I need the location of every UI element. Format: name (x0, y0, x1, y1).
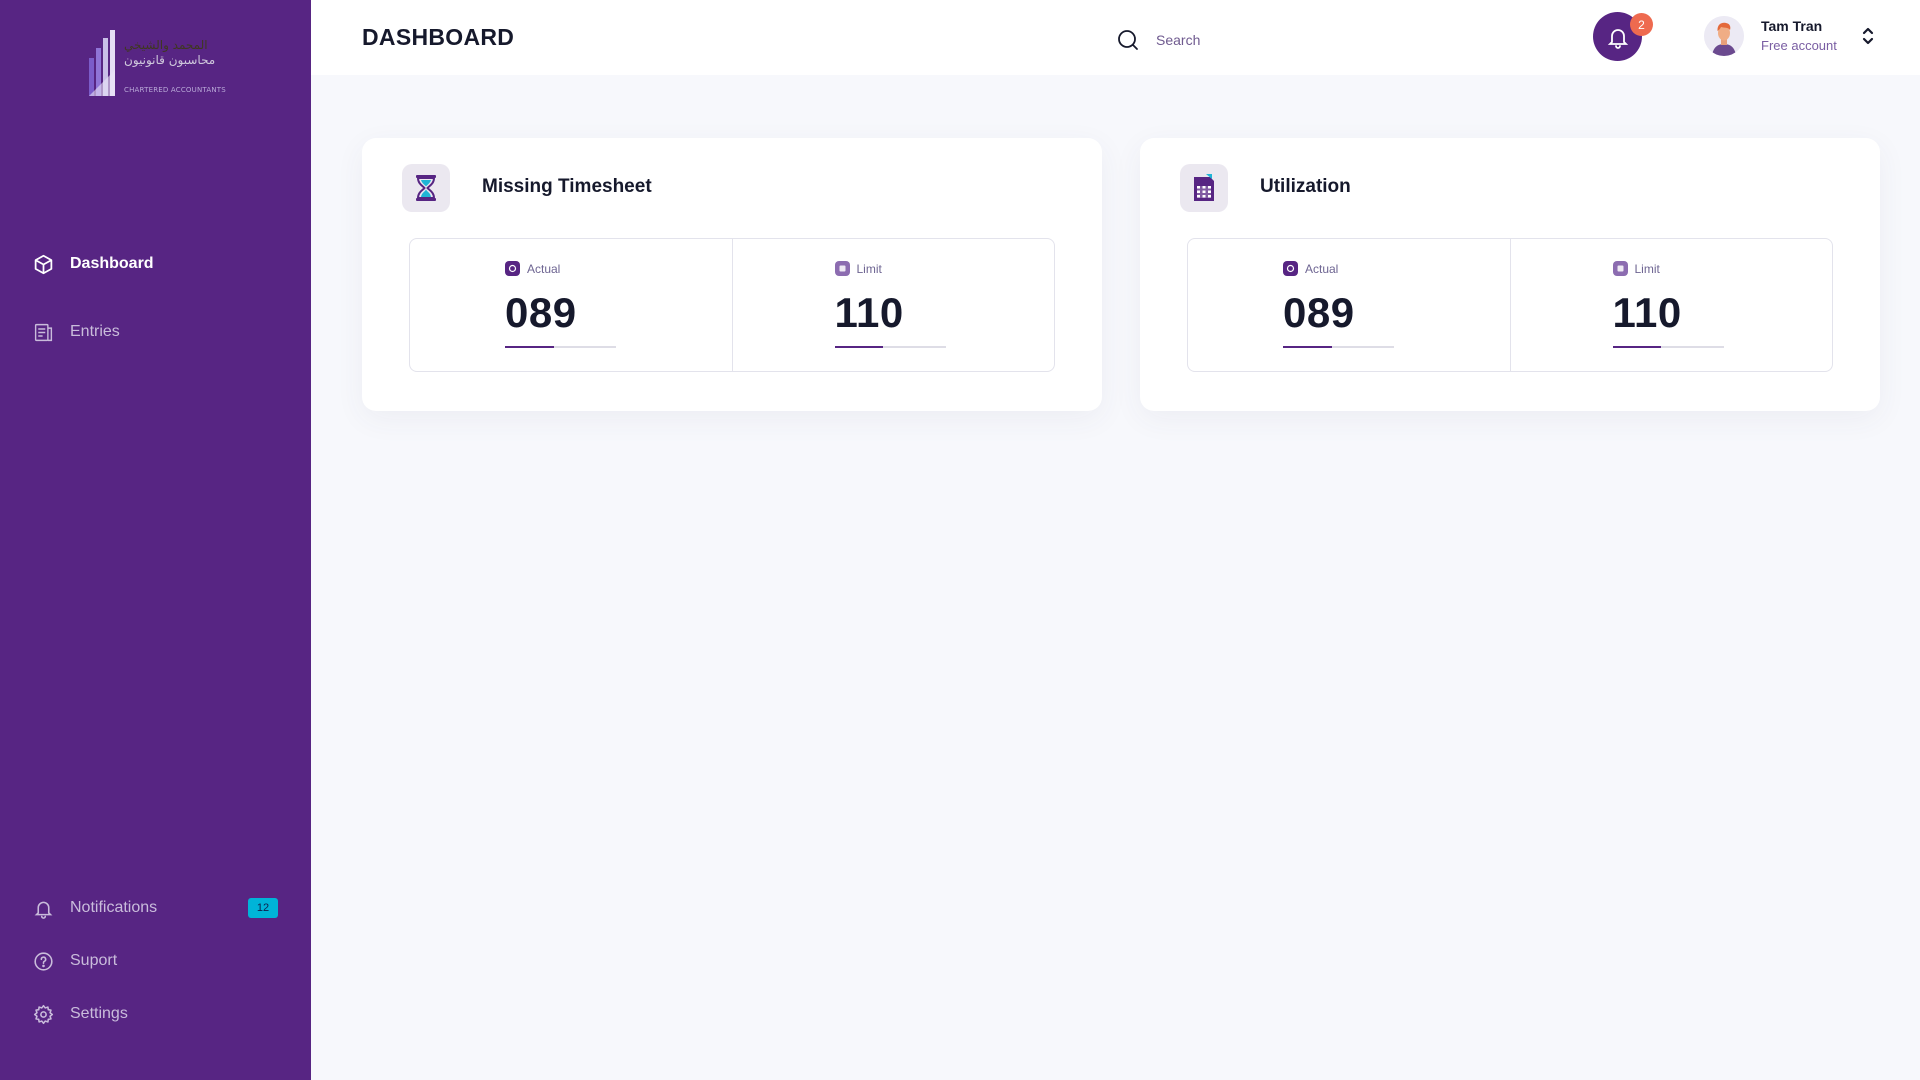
sidebar: المحمد والشيخي محاسبون قانونيون CHARTERE… (0, 0, 311, 1080)
utilization-card: Utilization Actual 089 Limit 110 (1140, 138, 1880, 411)
stat-progress-bar (505, 346, 616, 348)
hourglass-icon (416, 175, 436, 201)
user-name: Tam Tran (1761, 18, 1823, 34)
stat-value: 089 (1283, 289, 1355, 336)
bell-icon (1607, 28, 1628, 49)
search-bar[interactable] (1116, 28, 1356, 52)
cube-icon (33, 254, 54, 275)
document-icon (33, 322, 54, 343)
sidebar-item-label: Settings (70, 1005, 128, 1022)
page-title: DASHBOARD (362, 24, 515, 50)
logo-arabic-subtitle: محاسبون قانونيون (124, 53, 216, 67)
logo-arabic-name: المحمد والشيخي (124, 38, 208, 52)
stat-actual: Actual 089 (1188, 239, 1510, 371)
user-avatar-icon (1704, 16, 1744, 56)
stat-label: Limit (834, 261, 882, 276)
stat-label: Actual (1283, 261, 1338, 276)
logo-english-subtitle: CHARTERED ACCOUNTANTS (124, 86, 226, 94)
stat-value: 110 (834, 289, 904, 336)
stats-panel: Actual 089 Limit 110 (1187, 238, 1833, 372)
stat-value: 089 (505, 289, 577, 336)
card-title: Missing Timesheet (482, 176, 652, 197)
sidebar-item-settings[interactable]: Settings (33, 1000, 128, 1028)
user-plan: Free account (1761, 38, 1837, 53)
company-logo[interactable]: المحمد والشيخي محاسبون قانونيون CHARTERE… (88, 30, 228, 102)
stat-progress-bar (834, 346, 946, 348)
card-icon-box (402, 164, 450, 212)
gear-icon (33, 1004, 54, 1025)
sidebar-item-entries[interactable]: Entries (33, 318, 120, 346)
actual-indicator-icon (505, 261, 520, 276)
missing-timesheet-card: Missing Timesheet Actual 089 Limit 110 (362, 138, 1102, 411)
sidebar-item-label: Dashboard (70, 255, 154, 272)
card-icon-box (1180, 164, 1228, 212)
avatar[interactable] (1704, 16, 1744, 56)
stat-limit: Limit 110 (731, 239, 1055, 371)
help-circle-icon (33, 951, 54, 972)
stat-label-text: Actual (1305, 261, 1339, 276)
top-header: DASHBOARD 2 Tam Tran Free account (311, 0, 1920, 75)
stat-actual: Actual 089 (410, 239, 732, 371)
card-title: Utilization (1260, 176, 1351, 197)
stat-label-text: Limit (856, 261, 882, 276)
stat-progress-bar (1612, 346, 1724, 348)
sidebar-item-dashboard[interactable]: Dashboard (33, 250, 154, 278)
notification-count-badge: 2 (1630, 13, 1653, 36)
stat-label-text: Actual (527, 261, 561, 276)
chevron-up-down-icon (1862, 27, 1874, 45)
logo-bars-icon (89, 30, 115, 96)
stat-value: 110 (1612, 289, 1682, 336)
bell-icon (33, 898, 54, 919)
stat-label: Actual (505, 261, 560, 276)
stat-progress-bar (1283, 346, 1394, 348)
sidebar-item-notifications[interactable]: Notifications (33, 894, 157, 922)
search-icon (1118, 30, 1138, 50)
sidebar-item-label: Suport (70, 952, 118, 969)
stat-label-text: Limit (1634, 261, 1660, 276)
limit-indicator-icon (1612, 261, 1628, 276)
sidebar-item-label: Notifications (70, 899, 158, 916)
stat-label: Limit (1612, 261, 1660, 276)
stat-limit: Limit 110 (1509, 239, 1833, 371)
stats-panel: Actual 089 Limit 110 (409, 238, 1055, 372)
actual-indicator-icon (1283, 261, 1298, 276)
notifications-count-badge: 12 (248, 898, 278, 918)
calculator-icon (1194, 174, 1214, 201)
user-menu-toggle[interactable] (1860, 25, 1876, 47)
limit-indicator-icon (834, 261, 850, 276)
search-input[interactable] (1156, 32, 1356, 48)
sidebar-item-support[interactable]: Suport (33, 947, 117, 975)
sidebar-item-label: Entries (70, 323, 120, 340)
